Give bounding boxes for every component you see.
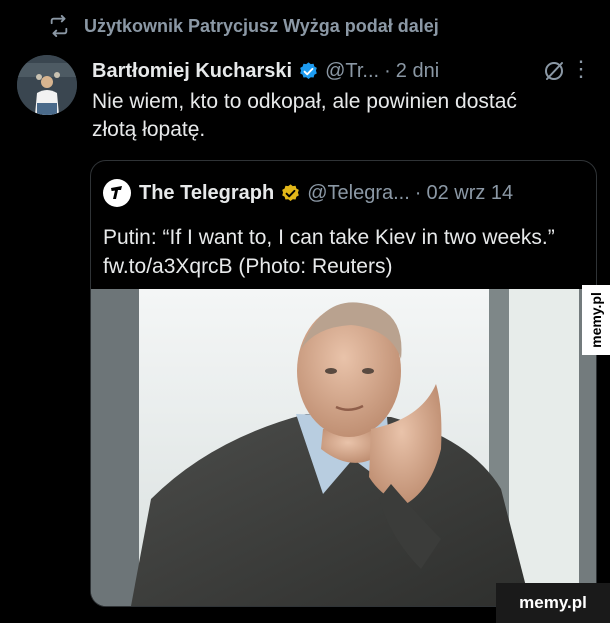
watermark-side: memy.pl — [582, 285, 610, 355]
telegraph-logo-icon — [103, 179, 131, 207]
tweet-header: Bartłomiej Kucharski @Tr... · 2 dni — [92, 56, 590, 86]
quoted-tweet[interactable]: The Telegraph @Telegra... · 02 wrz 14 Pu… — [90, 160, 597, 607]
quoted-tweet-photo[interactable] — [91, 289, 596, 606]
watermark-bottom: memy.pl — [496, 583, 610, 623]
more-options-icon[interactable]: ⋮ — [570, 58, 592, 80]
retweet-icon — [50, 15, 68, 37]
quoted-author-handle[interactable]: @Telegra... — [307, 182, 410, 205]
verified-badge-icon — [300, 61, 317, 79]
author-handle[interactable]: @Tr... — [325, 60, 379, 83]
quoted-tweet-text: Putin: “If I want to, I can take Kiev in… — [103, 226, 555, 278]
tweet-time[interactable]: 2 dni — [396, 60, 439, 83]
author-name[interactable]: Bartłomiej Kucharski — [92, 60, 292, 83]
gold-verified-badge-icon — [282, 183, 300, 201]
quoted-author-name[interactable]: The Telegraph — [139, 182, 274, 205]
quoted-separator-dot: · — [414, 181, 422, 204]
separator-dot: · — [384, 59, 391, 82]
grok-icon[interactable] — [542, 59, 566, 83]
quoted-tweet-date[interactable]: 02 wrz 14 — [426, 182, 513, 205]
avatar-image — [17, 55, 77, 115]
tweet-text: Nie wiem, kto to odkopał, ale powinien d… — [92, 90, 517, 141]
retweet-context[interactable]: Użytkownik Patrycjusz Wyżga podał dalej — [48, 14, 439, 38]
quoted-tweet-header: The Telegraph @Telegra... · 02 wrz 14 — [103, 179, 513, 207]
avatar[interactable] — [17, 55, 77, 115]
retweet-text: Użytkownik Patrycjusz Wyżga podał dalej — [84, 15, 439, 36]
